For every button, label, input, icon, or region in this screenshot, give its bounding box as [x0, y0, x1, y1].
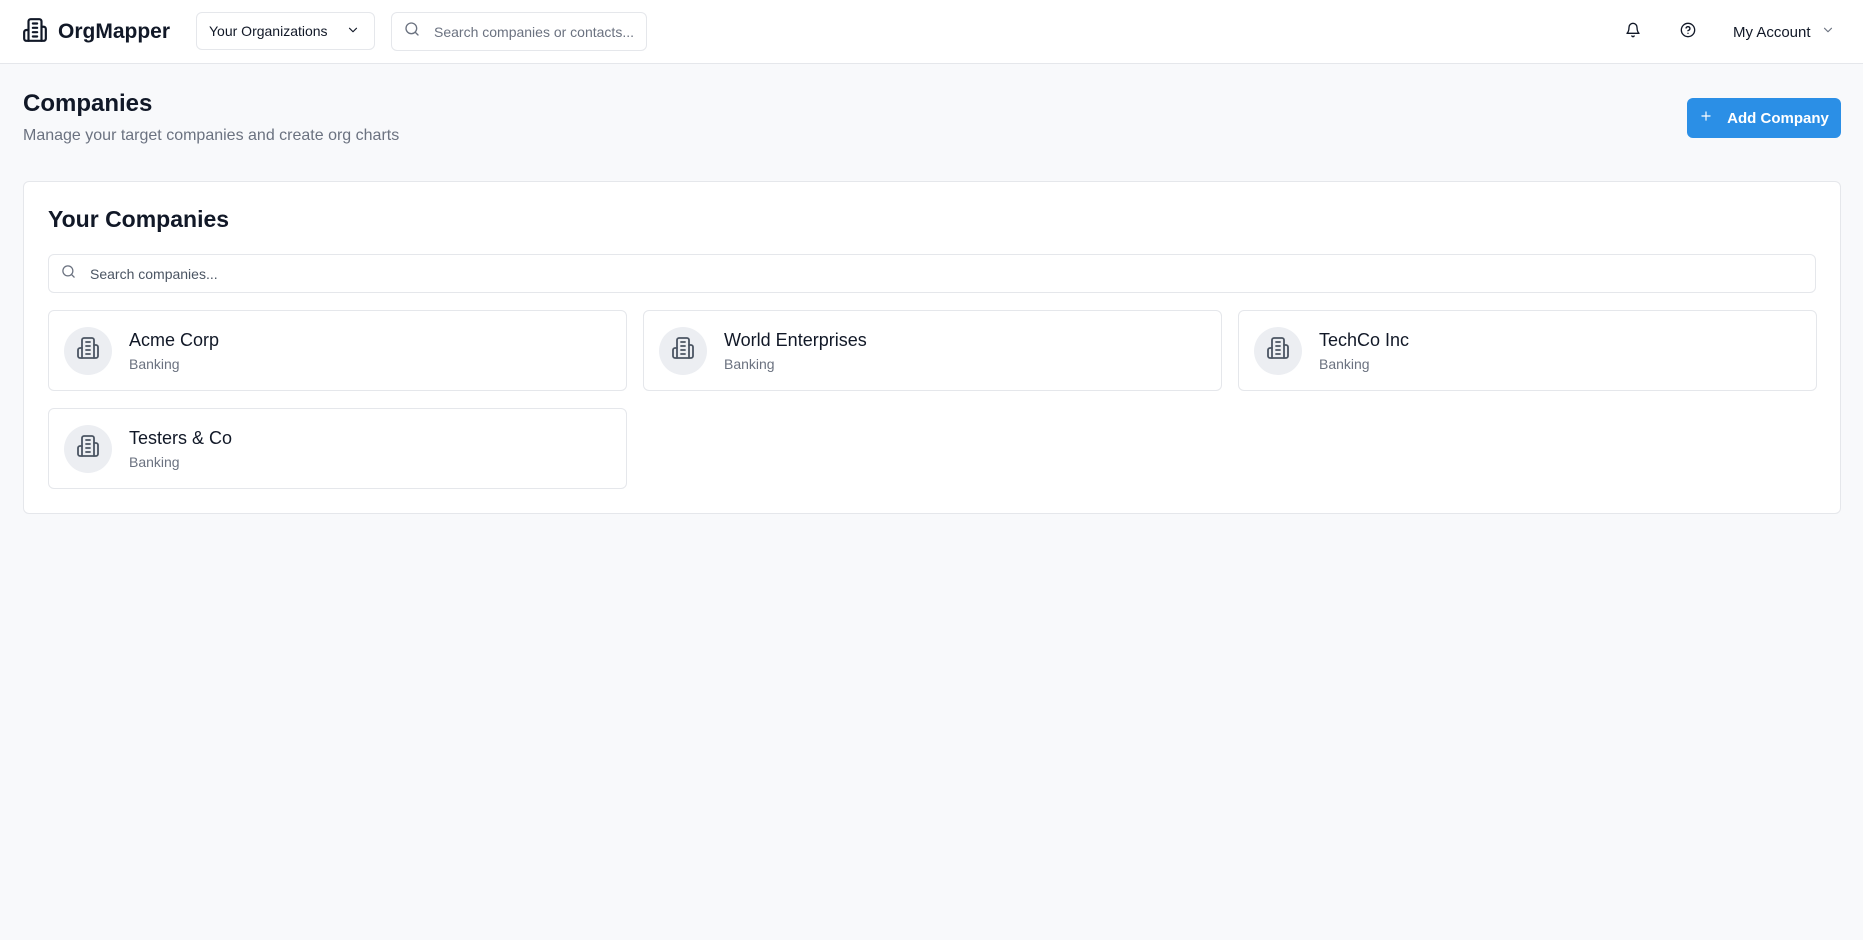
company-avatar	[659, 326, 707, 375]
search-icon	[61, 264, 76, 284]
organization-selector[interactable]: Your Organizations	[196, 12, 375, 50]
page-title: Companies	[23, 90, 153, 117]
organization-selector-label: Your Organizations	[209, 23, 328, 39]
building-icon	[1266, 336, 1290, 365]
company-search-input[interactable]	[90, 265, 1790, 282]
building-icon	[671, 336, 695, 365]
account-menu[interactable]: My Account	[1733, 20, 1835, 44]
company-avatar	[64, 424, 112, 473]
company-avatar	[64, 326, 112, 375]
company-name: TechCo Inc	[1319, 329, 1410, 350]
top-navigation-bar: OrgMapper Your Organizations My Account	[0, 0, 1863, 64]
company-industry: Banking	[129, 355, 180, 372]
company-search	[48, 254, 1816, 293]
global-search-input[interactable]	[434, 23, 634, 40]
companies-panel: Your Companies Acme Corp Banking	[23, 181, 1841, 514]
company-industry: Banking	[724, 355, 775, 372]
company-card[interactable]: Acme Corp Banking	[48, 310, 627, 391]
bell-icon	[1625, 22, 1641, 43]
search-icon	[404, 21, 420, 42]
plus-icon	[1699, 109, 1713, 127]
account-label: My Account	[1733, 23, 1811, 41]
help-circle-icon	[1680, 22, 1696, 43]
company-card[interactable]: Testers & Co Banking	[48, 408, 627, 489]
help-button[interactable]	[1676, 20, 1700, 44]
company-grid: Acme Corp Banking World Enterprises Bank…	[48, 310, 1817, 489]
building-icon	[76, 336, 100, 365]
brand[interactable]: OrgMapper	[22, 17, 171, 48]
company-avatar	[1254, 326, 1302, 375]
company-card[interactable]: TechCo Inc Banking	[1238, 310, 1817, 391]
global-search	[391, 12, 647, 51]
notifications-button[interactable]	[1621, 20, 1645, 44]
panel-title: Your Companies	[48, 206, 230, 232]
building-icon	[22, 17, 48, 48]
company-card[interactable]: World Enterprises Banking	[643, 310, 1222, 391]
chevron-down-icon	[346, 23, 360, 40]
company-name: Testers & Co	[129, 427, 233, 448]
add-company-button[interactable]: Add Company	[1687, 98, 1841, 138]
company-name: World Enterprises	[724, 329, 867, 350]
add-company-label: Add Company	[1727, 109, 1829, 127]
building-icon	[76, 434, 100, 463]
chevron-down-icon	[1821, 23, 1835, 41]
company-industry: Banking	[1319, 355, 1370, 372]
page-subtitle: Manage your target companies and create …	[23, 127, 400, 144]
company-industry: Banking	[129, 453, 180, 470]
brand-name: OrgMapper	[58, 20, 171, 43]
company-name: Acme Corp	[129, 329, 220, 350]
